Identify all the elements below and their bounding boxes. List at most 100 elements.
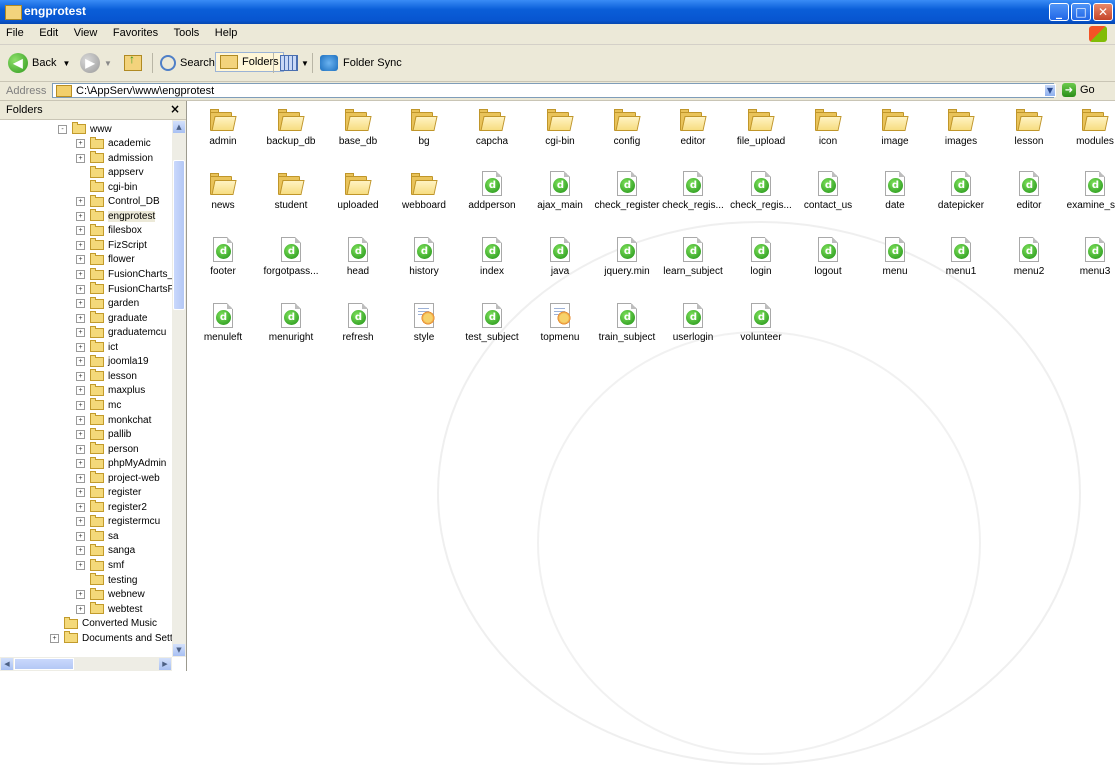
expand-icon[interactable]: + bbox=[76, 226, 85, 236]
file-item[interactable]: d refresh bbox=[324, 297, 392, 357]
back-dropdown-icon[interactable]: ▼ bbox=[62, 59, 70, 68]
file-item[interactable]: d index bbox=[458, 231, 526, 291]
tree-item[interactable]: + monkchat bbox=[76, 413, 151, 427]
file-item[interactable]: topmenu bbox=[526, 297, 594, 357]
tree-item[interactable]: + registermcu bbox=[76, 514, 160, 529]
file-item[interactable]: d editor bbox=[995, 165, 1063, 225]
minimize-button[interactable]: _ bbox=[1049, 3, 1069, 21]
tree-item[interactable]: Converted Music bbox=[50, 616, 157, 631]
tree-item[interactable]: + FizScript bbox=[76, 238, 147, 252]
tree-item[interactable]: + register2 bbox=[76, 500, 147, 514]
file-item[interactable]: d test_subject bbox=[458, 297, 526, 357]
file-item[interactable]: webboard bbox=[390, 165, 458, 225]
tree-item[interactable]: cgi-bin bbox=[76, 180, 137, 194]
file-item[interactable]: style bbox=[390, 297, 458, 357]
expand-icon[interactable]: + bbox=[76, 197, 85, 207]
tree-item[interactable]: + admission bbox=[76, 151, 153, 165]
expand-icon[interactable]: + bbox=[76, 255, 85, 265]
tree-item[interactable]: + smf bbox=[76, 558, 124, 573]
file-item[interactable]: d forgotpass... bbox=[257, 231, 325, 291]
tree-item[interactable]: + flower bbox=[76, 252, 135, 267]
expand-icon[interactable]: + bbox=[76, 459, 85, 469]
forward-button[interactable]: ▶ ▼ bbox=[80, 52, 112, 74]
file-item[interactable]: config bbox=[593, 101, 661, 161]
file-item[interactable]: d head bbox=[324, 231, 392, 291]
tree-item[interactable]: + pallib bbox=[76, 427, 131, 442]
file-item[interactable]: d menuright bbox=[257, 297, 325, 357]
scroll-thumb[interactable] bbox=[173, 160, 185, 310]
file-item[interactable]: d check_regis... bbox=[659, 165, 727, 225]
tree-item[interactable]: + webnew bbox=[76, 587, 145, 602]
collapse-icon[interactable]: - bbox=[58, 124, 67, 134]
expand-icon[interactable]: + bbox=[76, 313, 85, 323]
file-item[interactable]: d history bbox=[390, 231, 458, 291]
file-item[interactable]: capcha bbox=[458, 101, 526, 161]
expand-icon[interactable]: + bbox=[76, 270, 85, 279]
file-item[interactable]: student bbox=[257, 165, 325, 225]
maximize-button[interactable]: □ bbox=[1071, 3, 1091, 21]
file-item[interactable]: d train_subject bbox=[593, 297, 661, 357]
tree-item[interactable]: + Control_DB bbox=[76, 194, 160, 209]
file-item[interactable]: d ajax_main bbox=[526, 165, 594, 225]
expand-icon[interactable]: + bbox=[76, 502, 85, 512]
go-button[interactable]: ➜ Go bbox=[1062, 83, 1095, 97]
forward-dropdown-icon[interactable]: ▼ bbox=[104, 59, 112, 68]
tree-item[interactable]: + graduate bbox=[76, 311, 147, 325]
expand-icon[interactable]: + bbox=[50, 633, 59, 643]
expand-icon[interactable]: + bbox=[76, 444, 85, 454]
file-item[interactable]: d datepicker bbox=[927, 165, 995, 225]
menu-file[interactable]: File bbox=[0, 24, 30, 39]
up-folder-button[interactable]: ↑ bbox=[124, 52, 142, 74]
expand-icon[interactable]: + bbox=[76, 415, 85, 425]
file-item[interactable]: d check_register bbox=[593, 165, 661, 225]
file-item[interactable]: d volunteer bbox=[727, 297, 795, 357]
scroll-down-icon[interactable]: ▼ bbox=[173, 644, 185, 656]
address-dropdown-icon[interactable]: ▼ bbox=[1044, 84, 1056, 97]
expand-icon[interactable]: + bbox=[76, 561, 85, 570]
menu-favorites[interactable]: Favorites bbox=[107, 24, 164, 39]
expand-icon[interactable]: + bbox=[76, 299, 85, 309]
menu-tools[interactable]: Tools bbox=[168, 24, 206, 39]
file-item[interactable]: d check_regis... bbox=[727, 165, 795, 225]
views-button[interactable]: ▼ bbox=[280, 52, 309, 74]
scroll-right-icon[interactable]: ▶ bbox=[159, 658, 171, 670]
file-item[interactable]: d contact_us bbox=[794, 165, 862, 225]
tree-item[interactable]: + FusionCharts_I bbox=[76, 267, 172, 282]
search-button[interactable]: Search bbox=[160, 52, 215, 74]
file-item[interactable]: d addperson bbox=[458, 165, 526, 225]
expand-icon[interactable]: + bbox=[76, 604, 85, 614]
tree-item[interactable]: + maxplus bbox=[76, 383, 145, 398]
tree-item[interactable]: + sanga bbox=[76, 543, 135, 558]
file-item[interactable]: uploaded bbox=[324, 165, 392, 225]
expand-icon[interactable]: + bbox=[76, 357, 85, 367]
expand-icon[interactable]: + bbox=[76, 371, 85, 381]
expand-icon[interactable]: + bbox=[76, 153, 85, 163]
expand-icon[interactable]: + bbox=[76, 386, 85, 396]
file-item[interactable]: lesson bbox=[995, 101, 1063, 161]
expand-icon[interactable]: + bbox=[76, 400, 85, 410]
tree-item[interactable]: + garden bbox=[76, 296, 139, 311]
expand-icon[interactable]: + bbox=[76, 211, 85, 221]
file-item[interactable]: d jquery.min bbox=[593, 231, 661, 291]
tree-vertical-scrollbar[interactable]: ▲ ▼ bbox=[172, 120, 186, 657]
file-item[interactable]: d logout bbox=[794, 231, 862, 291]
expand-icon[interactable]: + bbox=[76, 488, 85, 498]
file-item[interactable]: d login bbox=[727, 231, 795, 291]
tree-horizontal-scrollbar[interactable]: ◀ ▶ bbox=[0, 657, 172, 671]
expand-icon[interactable]: + bbox=[76, 139, 85, 149]
tree-item[interactable]: + Documents and Setting bbox=[50, 631, 172, 645]
address-input[interactable]: C:\AppServ\www\engprotest bbox=[52, 83, 1054, 98]
tree-item[interactable]: + graduatemcu bbox=[76, 325, 166, 340]
file-item[interactable]: image bbox=[861, 101, 929, 161]
tree-item[interactable]: + joomla19 bbox=[76, 354, 149, 369]
file-item[interactable]: d userlogin bbox=[659, 297, 727, 357]
file-item[interactable]: file_upload bbox=[727, 101, 795, 161]
file-item[interactable]: d menu3 bbox=[1061, 231, 1115, 291]
tree-item[interactable]: + phpMyAdmin bbox=[76, 456, 166, 471]
expand-icon[interactable]: + bbox=[76, 430, 85, 440]
tree-item[interactable]: + FusionChartsFr bbox=[76, 282, 172, 296]
menu-edit[interactable]: Edit bbox=[33, 24, 64, 39]
expand-icon[interactable]: + bbox=[76, 517, 85, 527]
expand-icon[interactable]: + bbox=[76, 473, 85, 483]
file-item[interactable]: images bbox=[927, 101, 995, 161]
